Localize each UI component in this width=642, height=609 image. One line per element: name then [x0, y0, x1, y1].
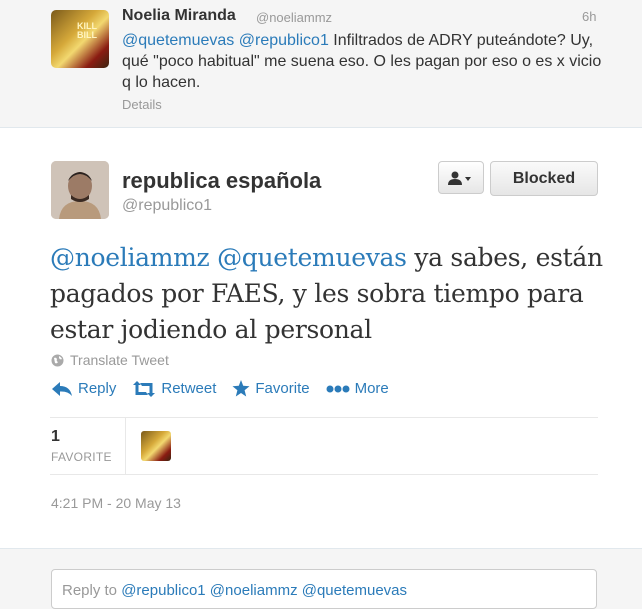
reply-mentions: @republico1 @noeliammz @quetemuevas — [121, 582, 408, 599]
user-actions-dropdown-button[interactable] — [438, 161, 484, 194]
star-icon — [232, 380, 250, 397]
retweet-label: Retweet — [161, 380, 217, 397]
more-label: More — [354, 380, 389, 397]
divider — [50, 417, 598, 418]
main-author-handle[interactable]: @republico1 — [122, 197, 212, 215]
parent-tweet[interactable]: KILL BILL Noelia Miranda @noeliammz 6h @… — [0, 0, 642, 128]
parent-author-handle[interactable]: @noeliammz — [256, 10, 332, 25]
parent-timestamp[interactable]: 6h — [582, 9, 596, 24]
divider — [50, 474, 598, 475]
reply-button[interactable]: Reply — [51, 380, 116, 397]
favorite-label: Favorite — [255, 380, 310, 397]
person-dropdown-icon — [448, 171, 471, 185]
mention-link[interactable]: @quetemuevas — [217, 243, 407, 272]
parent-tweet-text: @quetemuevas @republico1 Infiltrados de … — [122, 30, 612, 93]
favoriter-avatar[interactable] — [141, 431, 171, 461]
avatar-image — [51, 161, 109, 219]
more-dots-icon — [326, 385, 350, 392]
details-link[interactable]: Details — [122, 97, 162, 112]
reply-icon — [52, 381, 72, 396]
parent-author-name[interactable]: Noelia Miranda — [122, 7, 236, 25]
translate-label: Translate Tweet — [70, 352, 169, 368]
reply-input[interactable]: Reply to @republico1 @noeliammz @quetemu… — [51, 569, 597, 609]
mention-link[interactable]: @noeliammz — [50, 243, 210, 272]
mention-link[interactable]: @republico1 — [239, 32, 329, 49]
more-button[interactable]: More — [326, 380, 389, 397]
favorite-button[interactable]: Favorite — [232, 380, 310, 397]
parent-avatar[interactable]: KILL BILL — [51, 10, 109, 68]
avatar-logo-text: KILL BILL — [77, 21, 97, 40]
main-avatar[interactable] — [51, 161, 109, 219]
favorites-count[interactable]: 1 — [51, 428, 60, 446]
stats-divider — [125, 418, 126, 474]
reply-prefix: Reply to — [62, 582, 122, 599]
mention-link[interactable]: @quetemuevas — [122, 32, 234, 49]
retweet-icon — [133, 380, 156, 397]
tweet-actions: Reply Retweet Favorite More — [51, 380, 405, 397]
globe-icon — [51, 354, 64, 366]
tweet-timestamp: 4:21 PM - 20 May 13 — [51, 495, 181, 511]
main-tweet-text: @noeliammz @quetemuevas ya sabes, están … — [50, 240, 610, 348]
favorites-label[interactable]: FAVORITE — [51, 450, 112, 464]
translate-tweet-link[interactable]: Translate Tweet — [51, 352, 169, 368]
reply-label: Reply — [78, 380, 117, 397]
retweet-button[interactable]: Retweet — [132, 380, 216, 397]
blocked-button[interactable]: Blocked — [490, 161, 598, 196]
main-author-name[interactable]: republica española — [122, 168, 321, 194]
